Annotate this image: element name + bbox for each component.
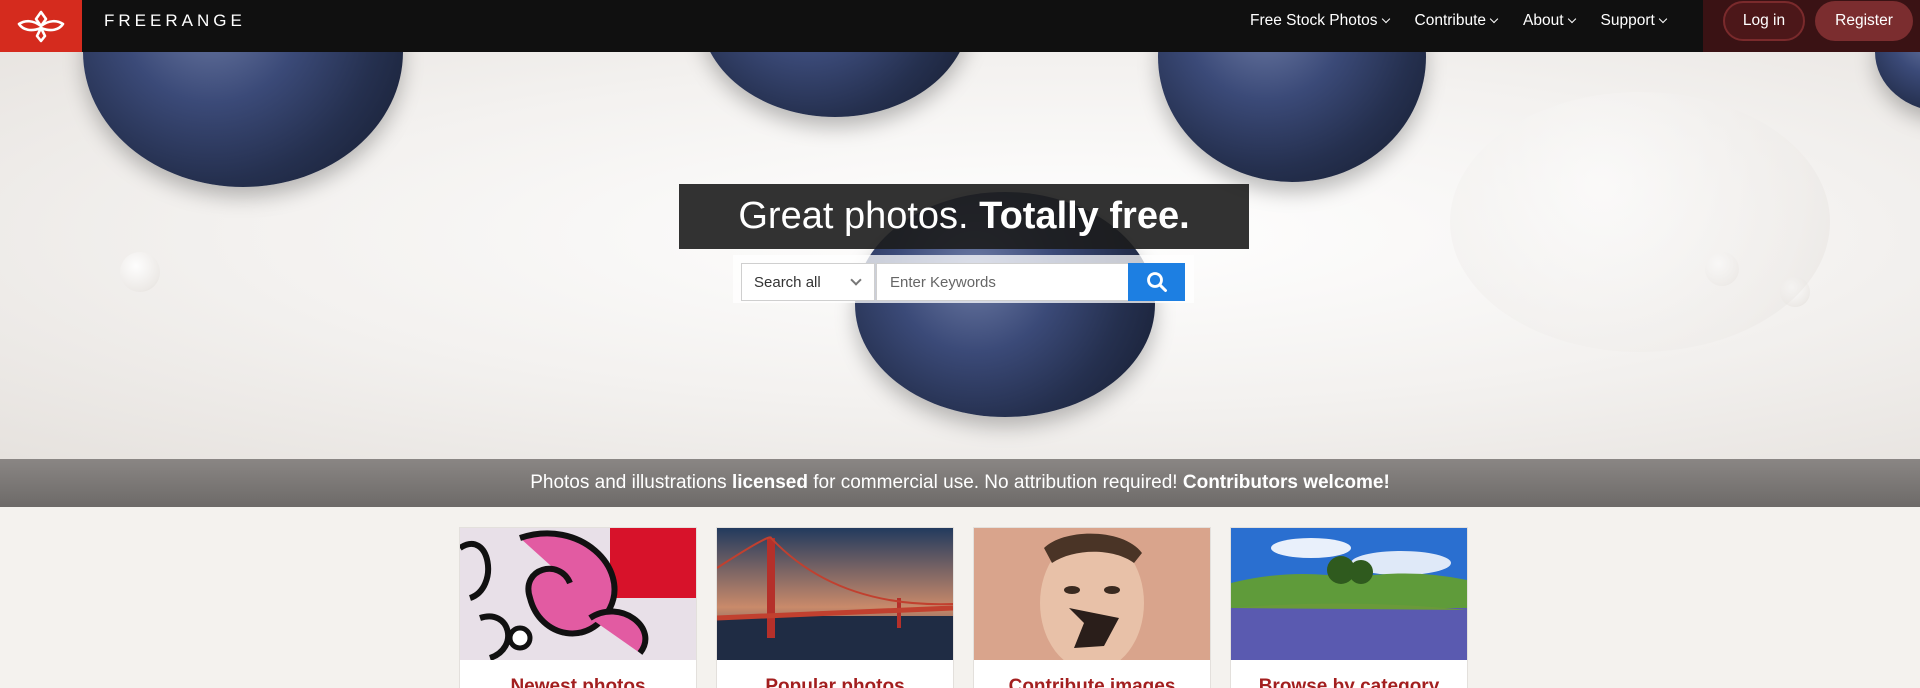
auth-area: Log in Register (1703, 0, 1920, 52)
nav-free-stock-photos[interactable]: Free Stock Photos (1250, 12, 1390, 30)
hero-headline: Great photos. Totally free. (738, 195, 1189, 238)
headline-regular: Great photos. (738, 195, 969, 237)
blueberry-decoration (700, 52, 970, 117)
license-strip: Photos and illustrations licensed for co… (0, 459, 1920, 507)
chevron-down-icon (1489, 14, 1499, 24)
card-popular-photos[interactable]: Popular photos (716, 527, 954, 688)
nav-support[interactable]: Support (1600, 12, 1668, 30)
brand-name[interactable]: FREERANGE (104, 0, 246, 52)
category-cards: Newest photos Popular photos Contribute … (459, 527, 1468, 688)
headline-bold: Totally free. (979, 195, 1190, 237)
chevron-down-icon (850, 274, 862, 286)
contribute-images-thumbnail (974, 528, 1210, 660)
popular-photos-thumbnail (717, 528, 953, 660)
newest-photos-thumbnail (460, 528, 696, 660)
blueberry-decoration (83, 52, 403, 187)
card-title: Popular photos (765, 676, 905, 688)
main-nav: Free Stock Photos Contribute About Suppo… (1250, 0, 1668, 42)
milk-splash-decoration (120, 252, 160, 292)
strip-text: for commercial use. No attribution requi… (813, 472, 1178, 493)
chevron-down-icon (1381, 14, 1390, 24)
card-title: Contribute images (1008, 676, 1176, 688)
strip-text: Photos and illustrations (530, 472, 727, 493)
blueberry-decoration (1158, 52, 1426, 182)
nav-label: Support (1600, 12, 1655, 29)
search-scope-select[interactable]: Search all (741, 263, 875, 301)
nav-about[interactable]: About (1523, 12, 1576, 30)
chevron-down-icon (1658, 14, 1668, 24)
hero-headline-box: Great photos. Totally free. (679, 184, 1249, 249)
search-scope-value: Search all (754, 273, 821, 291)
card-title: Newest photos (510, 676, 646, 688)
register-button[interactable]: Register (1815, 1, 1913, 41)
strip-licensed-link[interactable]: licensed (732, 472, 808, 494)
card-browse-by-category[interactable]: Browse by category (1230, 527, 1468, 688)
search-icon (1146, 272, 1167, 292)
nav-label: About (1523, 12, 1564, 29)
nav-label: Free Stock Photos (1250, 12, 1378, 29)
freerange-leaf-logo-icon[interactable] (0, 0, 82, 52)
search-button[interactable] (1128, 263, 1185, 301)
nav-label: Contribute (1414, 12, 1487, 29)
strip-contributors-link[interactable]: Contributors welcome! (1183, 472, 1390, 494)
nav-contribute[interactable]: Contribute (1414, 12, 1499, 30)
blueberry-decoration (1875, 52, 1920, 112)
login-button[interactable]: Log in (1723, 1, 1805, 41)
card-newest-photos[interactable]: Newest photos (459, 527, 697, 688)
chevron-down-icon (1567, 14, 1576, 24)
card-title: Browse by category (1258, 676, 1440, 688)
search-bar: Search all (733, 255, 1194, 303)
hero-banner: Great photos. Totally free. Search all (0, 52, 1920, 459)
milk-splash-decoration (1450, 92, 1830, 352)
search-input[interactable] (876, 263, 1128, 301)
browse-by-category-thumbnail (1231, 528, 1467, 660)
top-navbar: FREERANGE Free Stock Photos Contribute A… (0, 0, 1920, 52)
card-contribute-images[interactable]: Contribute images (973, 527, 1211, 688)
